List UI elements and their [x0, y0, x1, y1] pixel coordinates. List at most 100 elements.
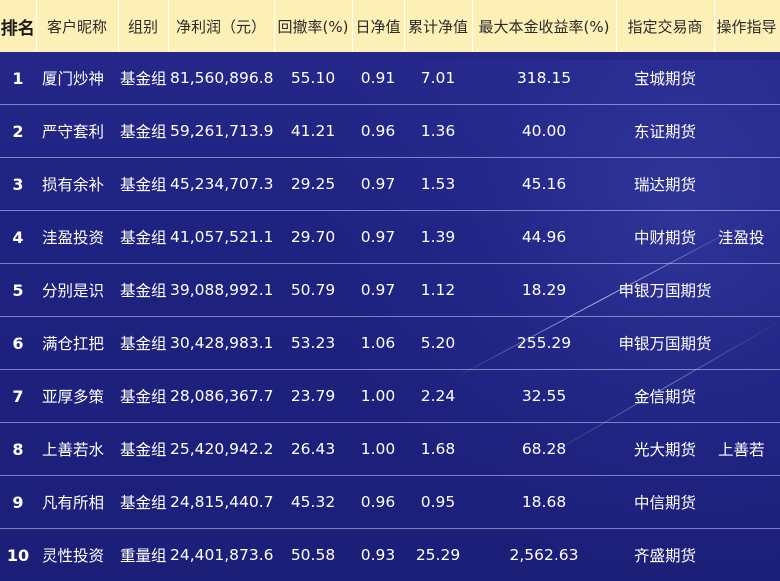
cell-group: 基金组 — [118, 475, 168, 529]
cell-advisor: 洼盈投 — [714, 210, 780, 264]
cell-net-profit: 59,261,713.97 — [168, 104, 274, 158]
cell-max-return: 32.55 — [472, 369, 616, 423]
cell-nickname: 厦门炒神 — [36, 52, 118, 105]
cell-broker: 中财期货 — [616, 210, 714, 264]
cell-net-profit: 41,057,521.10 — [168, 210, 274, 264]
cell-net-profit: 39,088,992.18 — [168, 263, 274, 317]
table-row[interactable]: 6 满仓扛把 基金组 30,428,983.14 53.23 1.06 5.20 255.29… — [0, 316, 780, 370]
cell-net-profit: 30,428,983.14 — [168, 316, 274, 370]
cell-net-profit: 81,560,896.86 — [168, 52, 274, 105]
cell-rank: 3 — [0, 157, 36, 211]
cell-drawdown: 23.79 — [274, 369, 352, 423]
cell-drawdown: 29.25 — [274, 157, 352, 211]
cell-broker: 齐盛期货 — [616, 528, 714, 581]
cell-cum-nav: 1.36 — [404, 104, 472, 158]
cell-drawdown: 41.21 — [274, 104, 352, 158]
cell-advisor — [714, 52, 780, 105]
header-nickname[interactable]: 客户昵称 — [36, 0, 119, 52]
cell-broker: 瑞达期货 — [616, 157, 714, 211]
cell-cum-nav: 7.01 — [404, 52, 472, 105]
cell-advisor — [714, 475, 780, 529]
cell-cum-nav: 5.20 — [404, 316, 472, 370]
cell-drawdown: 50.58 — [274, 528, 352, 581]
cell-cum-nav: 25.29 — [404, 528, 472, 581]
cell-advisor: 上善若 — [714, 422, 780, 476]
cell-drawdown: 29.70 — [274, 210, 352, 264]
table-row[interactable]: 7 亚厚多策 基金组 28,086,367.70 23.79 1.00 2.24 32.55 金… — [0, 369, 780, 423]
cell-max-return: 18.29 — [472, 263, 616, 317]
table-row[interactable]: 8 上善若水 基金组 25,420,942.25 26.43 1.00 1.68 68.28 光… — [0, 422, 780, 476]
header-cum-nav[interactable]: 累计净值 — [404, 0, 473, 52]
cell-drawdown: 45.32 — [274, 475, 352, 529]
cell-max-return: 2,562.63 — [472, 528, 616, 581]
header-net-profit[interactable]: 净利润（元） — [168, 0, 275, 52]
cell-max-return: 45.16 — [472, 157, 616, 211]
cell-advisor — [714, 104, 780, 158]
table-row[interactable]: 1 厦门炒神 基金组 81,560,896.86 55.10 0.91 7.01 318.15… — [0, 52, 780, 105]
cell-advisor — [714, 263, 780, 317]
cell-max-return: 255.29 — [472, 316, 616, 370]
ranking-table: 排名 客户昵称 组别 净利润（元） 回撤率(%) 日净值 累计净值 最大本金收益… — [0, 0, 780, 581]
cell-nickname: 满仓扛把 — [36, 316, 118, 370]
cell-nickname: 损有余补 — [36, 157, 118, 211]
cell-broker: 申银万国期货 — [616, 316, 714, 370]
cell-cum-nav: 1.53 — [404, 157, 472, 211]
cell-nickname: 亚厚多策 — [36, 369, 118, 423]
header-daily-nav[interactable]: 日净值 — [352, 0, 405, 52]
cell-daily-nav: 0.91 — [352, 52, 404, 105]
cell-broker: 东证期货 — [616, 104, 714, 158]
cell-broker: 光大期货 — [616, 422, 714, 476]
cell-nickname: 严守套利 — [36, 104, 118, 158]
cell-nickname: 分别是识 — [36, 263, 118, 317]
cell-rank: 4 — [0, 210, 36, 264]
table-row[interactable]: 5 分别是识 基金组 39,088,992.18 50.79 0.97 1.12 18.29 申… — [0, 263, 780, 317]
cell-max-return: 318.15 — [472, 52, 616, 105]
table-row[interactable]: 10 灵性投资 重量组 24,401,873.61 50.58 0.93 25.29 2,56… — [0, 528, 780, 581]
cell-broker: 金信期货 — [616, 369, 714, 423]
table-row[interactable]: 3 损有余补 基金组 45,234,707.38 29.25 0.97 1.53 45.16 瑞… — [0, 157, 780, 211]
cell-max-return: 68.28 — [472, 422, 616, 476]
table-row[interactable]: 4 洼盈投资 基金组 41,057,521.10 29.70 0.97 1.39 44.96 中… — [0, 210, 780, 264]
cell-rank: 9 — [0, 475, 36, 529]
cell-drawdown: 53.23 — [274, 316, 352, 370]
cell-group: 基金组 — [118, 369, 168, 423]
cell-group: 基金组 — [118, 157, 168, 211]
header-drawdown[interactable]: 回撤率(%) — [274, 0, 353, 52]
cell-nickname: 洼盈投资 — [36, 210, 118, 264]
cell-rank: 5 — [0, 263, 36, 317]
header-broker[interactable]: 指定交易商 — [616, 0, 715, 52]
cell-daily-nav: 1.06 — [352, 316, 404, 370]
cell-daily-nav: 0.97 — [352, 210, 404, 264]
table-body: 1 厦门炒神 基金组 81,560,896.86 55.10 0.91 7.01 318.15… — [0, 52, 780, 581]
cell-max-return: 40.00 — [472, 104, 616, 158]
cell-daily-nav: 0.93 — [352, 528, 404, 581]
table-header-row: 排名 客户昵称 组别 净利润（元） 回撤率(%) 日净值 累计净值 最大本金收益… — [0, 0, 780, 52]
cell-advisor — [714, 369, 780, 423]
header-rank[interactable]: 排名 — [0, 0, 37, 52]
table-row[interactable]: 2 严守套利 基金组 59,261,713.97 41.21 0.96 1.36 40.00 东… — [0, 104, 780, 158]
table-row[interactable]: 9 凡有所相 基金组 24,815,440.74 45.32 0.96 0.95 18.68 中… — [0, 475, 780, 529]
cell-group: 基金组 — [118, 104, 168, 158]
cell-net-profit: 25,420,942.25 — [168, 422, 274, 476]
header-max-return[interactable]: 最大本金收益率(%) — [472, 0, 617, 52]
cell-broker: 宝城期货 — [616, 52, 714, 105]
cell-cum-nav: 1.39 — [404, 210, 472, 264]
cell-daily-nav: 1.00 — [352, 422, 404, 476]
cell-advisor — [714, 528, 780, 581]
cell-nickname: 凡有所相 — [36, 475, 118, 529]
cell-cum-nav: 0.95 — [404, 475, 472, 529]
cell-rank: 1 — [0, 52, 36, 105]
cell-nickname: 灵性投资 — [36, 528, 118, 581]
header-advisor[interactable]: 操作指导 — [714, 0, 780, 52]
cell-group: 基金组 — [118, 52, 168, 105]
cell-daily-nav: 1.00 — [352, 369, 404, 423]
cell-rank: 10 — [0, 528, 36, 581]
cell-drawdown: 50.79 — [274, 263, 352, 317]
cell-rank: 7 — [0, 369, 36, 423]
cell-group: 基金组 — [118, 316, 168, 370]
cell-net-profit: 45,234,707.38 — [168, 157, 274, 211]
cell-max-return: 18.68 — [472, 475, 616, 529]
cell-daily-nav: 0.97 — [352, 263, 404, 317]
cell-rank: 6 — [0, 316, 36, 370]
header-group[interactable]: 组别 — [118, 0, 169, 52]
